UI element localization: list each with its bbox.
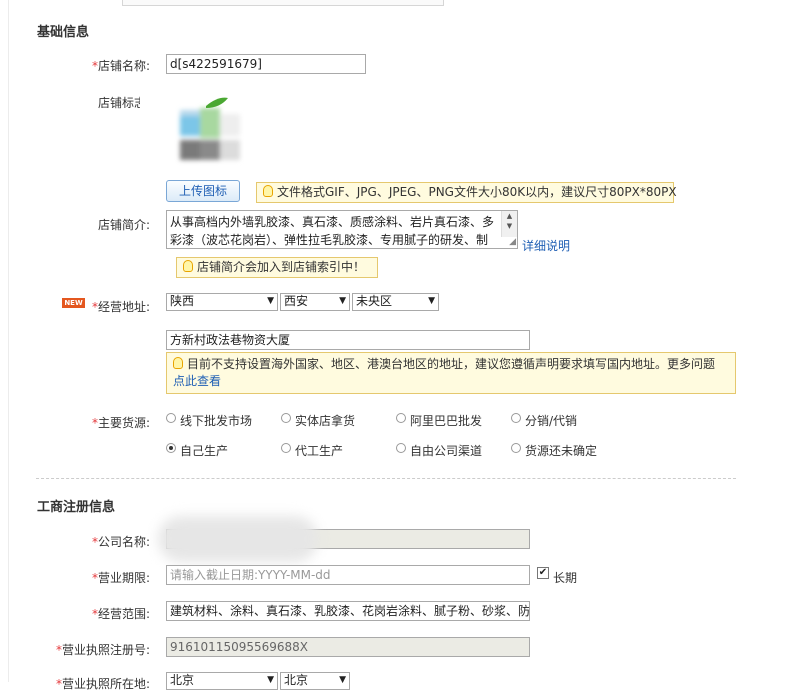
license-no-label: *营业执照注册号: xyxy=(55,643,150,657)
scroll-down-icon[interactable]: ▼ xyxy=(502,221,517,231)
textarea-scrollbar[interactable]: ▲ ▼ xyxy=(501,211,517,237)
chevron-down-icon: ▼ xyxy=(267,296,274,306)
chevron-down-icon: ▼ xyxy=(339,296,346,306)
city-select[interactable]: 西安 ▼ xyxy=(280,293,350,311)
long-term-label: 长期 xyxy=(553,571,578,585)
bulb-icon xyxy=(183,260,193,272)
upload-logo-button[interactable]: 上传图标 xyxy=(166,180,240,202)
chevron-down-icon: ▼ xyxy=(428,296,435,306)
radio-button[interactable] xyxy=(396,413,406,423)
license-province-select[interactable]: 北京 ▼ xyxy=(166,672,278,690)
shop-name-input[interactable]: d[s422591679] xyxy=(166,54,366,74)
shop-name-label: *店铺名称: xyxy=(91,59,150,73)
logo-format-tip: 文件格式GIF、JPG、JPEG、PNG文件大小80K以内，建议尺寸80PX*8… xyxy=(256,182,677,203)
address-help-link[interactable]: 点此查看 xyxy=(173,373,729,390)
shop-intro-line-1: 从事高档内外墙乳胶漆、真石漆、质感涂料、岩片真石漆、多 xyxy=(170,215,495,229)
radio-button[interactable] xyxy=(511,413,521,423)
license-no-input: 91610115095569688X xyxy=(166,637,530,657)
scope-label: *经营范围: xyxy=(91,607,150,621)
resize-grip-icon[interactable]: ◢ xyxy=(509,238,516,247)
district-select[interactable]: 未央区 ▼ xyxy=(352,293,439,311)
radio-button[interactable] xyxy=(281,443,291,453)
shop-intro-label: 店铺简介: xyxy=(97,218,150,232)
license-city-select[interactable]: 北京 ▼ xyxy=(280,672,350,690)
intro-index-tip: 店铺简介会加入到店铺索引中！ xyxy=(176,257,378,278)
shop-intro-line-2: 彩漆（波芯花岗岩）、弹性拉毛乳胶漆、专用腻子的研发、制 xyxy=(170,233,489,247)
intro-detail-link[interactable]: 详细说明 xyxy=(522,237,570,254)
company-name-label: *公司名称: xyxy=(91,535,150,549)
license-loc-label: *营业执照所在地: xyxy=(55,677,150,691)
section-divider xyxy=(36,478,736,479)
company-name-redaction xyxy=(158,516,318,562)
radio-button[interactable] xyxy=(396,443,406,453)
bulb-icon xyxy=(263,185,273,197)
scroll-up-icon[interactable]: ▲ xyxy=(502,211,517,221)
truncated-top-box xyxy=(122,0,444,6)
radio-button[interactable] xyxy=(511,443,521,453)
province-select[interactable]: 陕西 ▼ xyxy=(166,293,278,311)
long-term-checkbox[interactable]: ✔ xyxy=(537,567,549,579)
section-title-business: 工商注册信息 xyxy=(37,500,116,515)
street-address-input[interactable]: 方新村政法巷物资大厦 xyxy=(166,330,530,350)
radio-button[interactable] xyxy=(281,413,291,423)
chevron-down-icon: ▼ xyxy=(339,675,346,685)
term-date-input[interactable]: 请输入截止日期:YYYY-MM-dd xyxy=(166,565,530,585)
address-label: *经营地址: xyxy=(91,300,150,314)
shop-intro-textarea[interactable]: 从事高档内外墙乳胶漆、真石漆、质感涂料、岩片真石漆、多 彩漆（波芯花岗岩）、弹性… xyxy=(166,210,518,249)
sources-label: *主要货源: xyxy=(91,416,150,430)
term-label: *营业期限: xyxy=(91,571,150,585)
radio-button-selected[interactable] xyxy=(166,443,176,453)
section-title-basic: 基础信息 xyxy=(37,25,90,40)
radio-button[interactable] xyxy=(166,413,176,423)
chevron-down-icon: ▼ xyxy=(267,675,274,685)
address-overseas-tip: 目前不支持设置海外国家、地区、港澳台地区的地址，建议您遵循声明要求填写国内地址。… xyxy=(166,352,736,394)
scope-input[interactable]: 建筑材料、涂料、真石漆、乳胶漆、花岗岩涂料、腻子粉、砂浆、防 xyxy=(166,601,530,621)
shop-logo-label: 店铺标志: xyxy=(97,96,150,110)
bulb-icon xyxy=(173,357,183,369)
shop-logo-image xyxy=(140,96,244,168)
